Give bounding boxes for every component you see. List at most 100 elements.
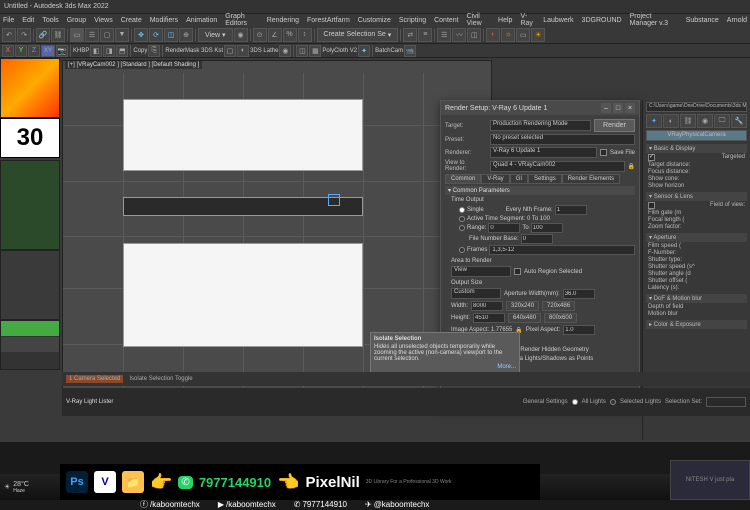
project-path[interactable]: C:\Users\game\OneDrive\Documents\3ds Max… [646,102,747,112]
tool-a[interactable]: ◧ [90,45,102,57]
curve-editor-button[interactable]: 〰 [452,28,466,42]
camera-type-button[interactable]: VRayPhysicalCamera [646,130,747,141]
link-button[interactable]: 🔗 [36,28,50,42]
section-dof-motion[interactable]: ▾ DoF & Motion blur [646,294,747,303]
scale-button[interactable]: ◫ [164,28,178,42]
radio-selected-lights[interactable] [610,399,616,405]
menu-3dground[interactable]: 3DGROUND [581,17,623,24]
selection-set-dropdown[interactable] [706,397,746,407]
menu-modifiers[interactable]: Modifiers [149,17,179,24]
menu-help[interactable]: Help [497,17,513,24]
width-input[interactable] [471,301,503,311]
geometry-bottom[interactable] [123,243,363,347]
radio-active-segment[interactable] [459,216,465,222]
polycloth-button[interactable]: ✦ [358,45,370,57]
menu-file[interactable]: File [2,17,15,24]
geometry-top[interactable] [123,99,363,171]
z-axis-button[interactable]: Z [28,45,40,57]
maximize-icon[interactable]: □ [613,103,623,113]
section-color-exposure[interactable]: ▸ Color & Exposure [646,320,747,329]
menu-arnold[interactable]: Arnold [726,17,748,24]
x-axis-button[interactable]: X [2,45,14,57]
menu-civilview[interactable]: Civil View [466,13,491,27]
radio-range[interactable] [459,225,465,231]
menu-substance[interactable]: Substance [685,17,720,24]
every-nth-input[interactable] [555,205,587,215]
preset-800x600[interactable]: 800x600 [544,313,577,323]
place-button[interactable]: ⊕ [179,28,193,42]
menu-views[interactable]: Views [93,17,114,24]
targeted-checkbox[interactable] [648,154,655,161]
render-button[interactable]: Render [594,119,635,132]
renderer-dropdown[interactable]: V-Ray 6 Update 1 [490,147,597,158]
tool-c[interactable]: ⬒ [116,45,128,57]
render-button[interactable]: ☀ [531,28,545,42]
preset-320x240[interactable]: 320x240 [506,301,539,311]
menu-tools[interactable]: Tools [41,17,59,24]
menu-customize[interactable]: Customize [357,17,392,24]
geometry-mid[interactable] [123,197,363,217]
minimize-icon[interactable]: – [601,103,611,113]
tab-gi[interactable]: GI [510,174,528,184]
spinner-snap-button[interactable]: ↕ [298,28,312,42]
menu-create[interactable]: Create [120,17,143,24]
cam-icon[interactable]: 📷 [56,45,68,57]
select-name-button[interactable]: ☰ [85,28,99,42]
modify-tab-icon[interactable]: ◐ [663,114,679,128]
frames-input[interactable] [489,245,635,255]
angle-snap-button[interactable]: ∠ [268,28,282,42]
menu-edit[interactable]: Edit [21,17,35,24]
range-from-input[interactable] [488,223,520,233]
tool-b[interactable]: ◨ [103,45,115,57]
select-button[interactable]: ▭ [70,28,84,42]
viewport-label[interactable]: [+] [VRayCam002 ] [Standard ] [Default S… [65,61,202,69]
section-aperture[interactable]: ▾ Aperture [646,233,747,242]
weather-widget[interactable]: ☀ 28°CHaze [4,481,29,494]
align-button[interactable]: ≡ [418,28,432,42]
section-sensor-lens[interactable]: ▾ Sensor & Lens [646,192,747,201]
mirror-button[interactable]: ⇄ [403,28,417,42]
menu-content[interactable]: Content [433,17,460,24]
close-icon[interactable]: × [625,103,635,113]
dialog-titlebar[interactable]: Render Setup: V-Ray 6 Update 1 – □ × [441,101,639,115]
undo-button[interactable]: ↶ [2,28,16,42]
radio-single[interactable] [459,207,465,213]
menu-forest[interactable]: ForestArtfarm [306,17,351,24]
material-editor-button[interactable]: ◐ [486,28,500,42]
height-input[interactable] [473,313,505,323]
layer-button[interactable]: ☰ [437,28,451,42]
motion-tab-icon[interactable]: ◉ [697,114,713,128]
y-axis-button[interactable]: Y [15,45,27,57]
facebook-link[interactable]: ⓕ /kaboomtechx [140,499,200,510]
copy-button[interactable]: ⎘ [148,45,160,57]
target-dropdown[interactable]: Production Rendering Mode [490,120,591,131]
tab-settings[interactable]: Settings [528,174,562,184]
pc-a[interactable]: ◫ [296,45,308,57]
render-frame-button[interactable]: ▭ [516,28,530,42]
percent-snap-button[interactable]: % [283,28,297,42]
lathe-button[interactable]: ◉ [279,45,291,57]
unlink-button[interactable]: ⛓ [51,28,65,42]
tab-vray[interactable]: V-Ray [481,174,509,184]
youtube-link[interactable]: ▶ /kaboomtechx [218,499,276,510]
lock-icon[interactable]: 🔒 [628,163,635,170]
radio-frames[interactable] [459,247,465,253]
utilities-tab-icon[interactable]: 🔧 [731,114,747,128]
menu-group[interactable]: Group [66,17,87,24]
create-tab-icon[interactable]: ✦ [646,114,662,128]
area-dropdown[interactable]: View [451,266,511,277]
selection-set-dropdown[interactable]: Create Selection Se ▾ [317,28,399,42]
move-button[interactable]: ✥ [134,28,148,42]
menu-rendering[interactable]: Rendering [266,17,300,24]
output-preset-dropdown[interactable]: Custom [451,288,501,299]
tab-render-elements[interactable]: Render Elements [562,174,620,184]
xy-plane-button[interactable]: XY [41,45,55,57]
menu-grapheditors[interactable]: Graph Editors [224,13,259,27]
hierarchy-tab-icon[interactable]: ⛓ [680,114,696,128]
preset-dropdown[interactable]: No preset selected [490,134,635,145]
telegram-link[interactable]: ✈ @kaboomtechx [365,499,429,510]
pixel-aspect-input[interactable] [563,325,595,335]
isolate-toggle[interactable]: Isolate Selection Toggle [129,376,192,382]
menu-pm[interactable]: Project Manager v.3 [629,13,679,27]
preset-720x486[interactable]: 720x486 [542,301,575,311]
